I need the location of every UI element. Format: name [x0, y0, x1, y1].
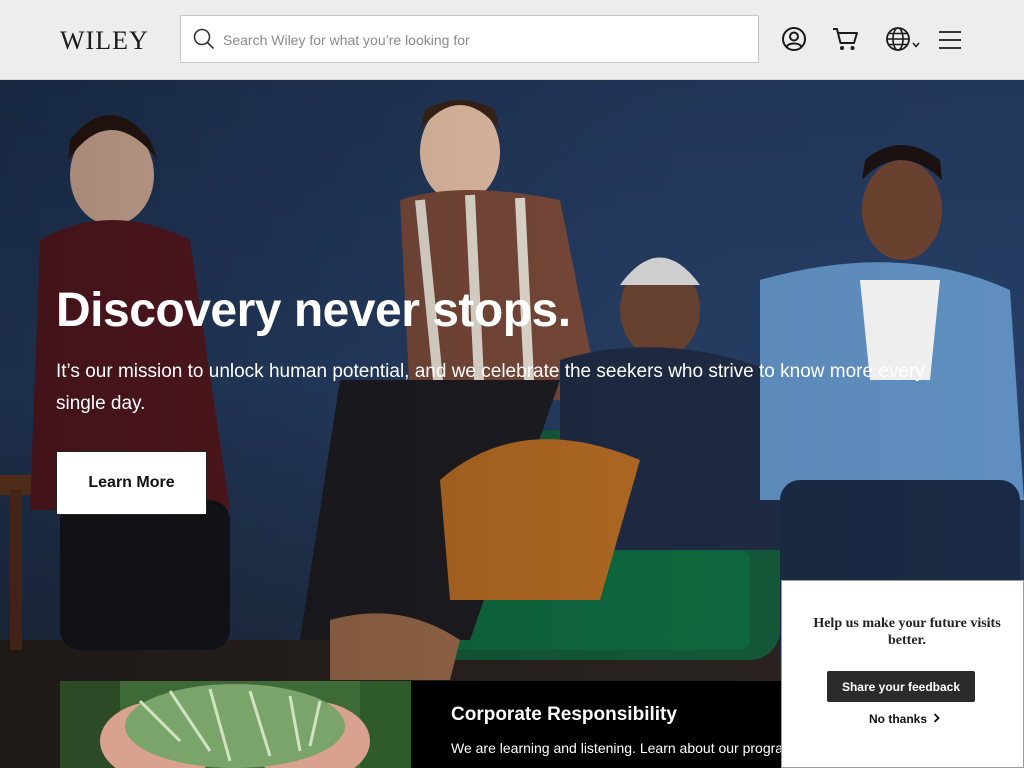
globe-icon	[885, 27, 911, 56]
pine-needles-image	[60, 681, 411, 768]
chevron-right-icon	[933, 712, 940, 726]
chevron-down-icon	[912, 35, 920, 53]
account-icon[interactable]	[781, 26, 807, 57]
no-thanks-label: No thanks	[869, 712, 928, 726]
cart-icon[interactable]	[832, 26, 860, 57]
learn-more-button[interactable]: Learn More	[56, 451, 207, 515]
feedback-popup: Help us make your future visits better. …	[781, 580, 1024, 768]
corporate-responsibility-card: Corporate Responsibility We are learning…	[60, 681, 782, 768]
site-header: WILEY	[0, 0, 1024, 80]
card-text: We are learning and listening. Learn abo…	[451, 740, 782, 756]
search-input[interactable]	[221, 24, 745, 56]
feedback-message: Help us make your future visits better.	[813, 616, 1001, 648]
hero-title: Discovery never stops.	[56, 284, 571, 337]
card-title: Corporate Responsibility	[451, 704, 677, 725]
hero-description: It’s our mission to unlock human potenti…	[56, 361, 925, 414]
search-icon[interactable]	[193, 28, 215, 55]
language-selector[interactable]	[885, 26, 920, 57]
wiley-logo[interactable]: WILEY	[60, 26, 149, 56]
share-feedback-button[interactable]: Share your feedback	[827, 671, 975, 702]
menu-icon[interactable]	[939, 30, 961, 55]
search-box[interactable]	[180, 15, 759, 63]
no-thanks-link[interactable]: No thanks	[869, 712, 940, 730]
